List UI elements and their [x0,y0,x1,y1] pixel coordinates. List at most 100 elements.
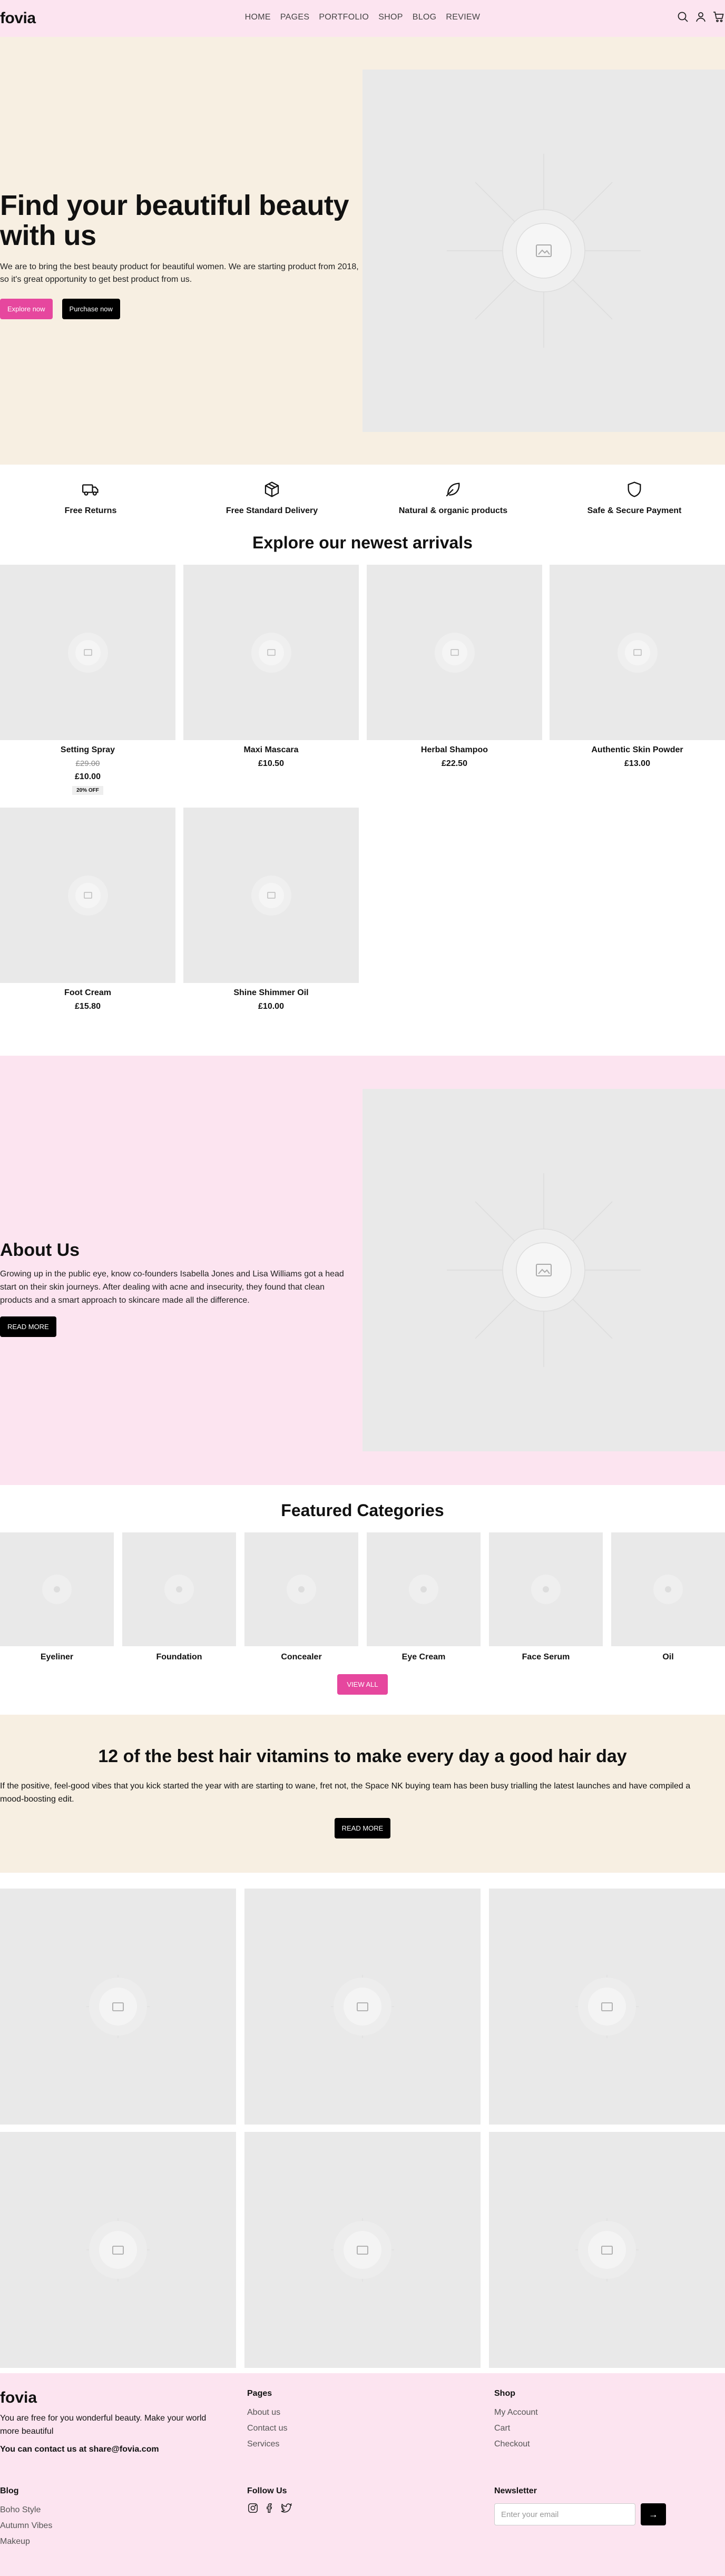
category-image[interactable] [122,1532,236,1646]
category-label[interactable]: Eyeliner [0,1653,114,1662]
newsletter-submit-button[interactable]: → [641,2503,666,2525]
product-image[interactable] [550,565,725,740]
feature-item: Free Returns [0,480,181,516]
product-name[interactable]: Foot Cream [0,988,175,998]
purchase-now-button[interactable]: Purchase now [62,299,120,320]
search-icon[interactable] [677,11,689,23]
vitamins-banner: 12 of the best hair vitamins to make eve… [0,1715,725,1873]
footer-link-contact[interactable]: Contact us [247,2424,468,2433]
product-name[interactable]: Maxi Mascara [183,745,359,755]
product-image[interactable] [183,808,359,983]
twitter-icon[interactable] [281,2502,292,2514]
gallery-image[interactable] [0,1889,236,2125]
feature-item: Free Standard Delivery [181,480,362,516]
footer-link-checkout[interactable]: Checkout [494,2440,716,2449]
about-read-more-button[interactable]: READ MORE [0,1316,56,1338]
category-label[interactable]: Eye Cream [367,1653,481,1662]
footer-heading: Pages [247,2389,272,2398]
nav-home[interactable]: HOME [245,13,271,22]
product-card[interactable]: Herbal Shampoo £22.50 [367,565,542,769]
feature-item: Natural & organic products [362,480,544,516]
product-price: £10.50 [258,759,284,768]
shield-icon [628,481,641,497]
about-title: About Us [0,1240,80,1260]
about-content: About Us Growing up in the public eye, k… [0,1240,358,1338]
category-label[interactable]: Foundation [122,1653,236,1662]
hero-content: Find your beautiful beauty with us We ar… [0,191,364,320]
product-card[interactable]: Maxi Mascara £10.50 [183,565,359,769]
image-placeholder-icon [164,1575,194,1604]
product-image[interactable] [0,565,175,740]
footer-heading: Newsletter [494,2486,537,2495]
image-placeholder-icon [86,1975,150,2038]
category-image[interactable] [367,1532,481,1646]
nav-blog[interactable]: BLOG [413,13,437,22]
user-icon[interactable] [694,11,707,23]
product-name[interactable]: Herbal Shampoo [367,745,542,755]
product-card[interactable]: Shine Shimmer Oil £10.00 [183,808,359,1011]
gallery-image[interactable] [244,1889,481,2125]
category-card[interactable]: Foundation [122,1532,236,1662]
product-card[interactable]: Authentic Skin Powder £13.00 [550,565,725,769]
feature-label: Natural & organic products [398,506,508,515]
product-name[interactable]: Shine Shimmer Oil [183,988,359,998]
footer-link-makeup[interactable]: Makeup [0,2537,221,2546]
category-image[interactable] [611,1532,725,1646]
footer-tagline: You are free for you wonderful beauty. M… [0,2414,207,2436]
category-image[interactable] [244,1532,358,1646]
newsletter-email-input[interactable]: Enter your email [494,2503,635,2525]
product-image[interactable] [367,565,542,740]
product-price: £10.00 [75,772,101,781]
hero-description: We are to bring the best beauty product … [0,262,359,284]
product-image[interactable] [0,808,175,983]
category-image[interactable] [489,1532,603,1646]
image-placeholder-icon [617,632,658,673]
category-card[interactable]: Oil [611,1532,725,1662]
footer-link-cart[interactable]: Cart [494,2424,716,2433]
product-card[interactable]: Foot Cream £15.80 [0,808,175,1011]
category-image[interactable] [0,1532,114,1646]
banner-read-more-button[interactable]: READ MORE [334,1818,391,1838]
category-card[interactable]: Eyeliner [0,1532,114,1662]
footer-link-account[interactable]: My Account [494,2408,716,2417]
facebook-icon[interactable] [264,2502,276,2514]
explore-now-button[interactable]: Explore now [0,299,53,320]
image-placeholder-icon [67,632,108,673]
image-placeholder-icon [434,632,475,673]
footer-brand: fovia You are free for you wonderful bea… [0,2389,221,2454]
category-card[interactable]: Eye Cream [367,1532,481,1662]
nav-pages[interactable]: PAGES [280,13,309,22]
truck-icon [82,484,99,496]
gallery-image[interactable] [489,1889,725,2125]
discount-badge: 20% OFF [72,786,103,795]
nav-portfolio[interactable]: PORTFOLIO [319,13,369,22]
category-label[interactable]: Face Serum [489,1653,603,1662]
cart-icon[interactable] [712,11,725,23]
product-price: £13.00 [624,759,650,768]
view-all-button[interactable]: VIEW ALL [337,1674,388,1695]
section-title: Explore our newest arrivals [252,533,473,552]
category-label[interactable]: Concealer [244,1653,358,1662]
nav-shop[interactable]: SHOP [378,13,403,22]
gallery-image[interactable] [489,2132,725,2368]
banner-description: If the positive, feel-good vibes that yo… [0,1782,691,1804]
gallery-image[interactable] [244,2132,481,2368]
image-gallery [0,1873,725,2373]
product-name[interactable]: Authentic Skin Powder [550,745,725,755]
footer-link-boho[interactable]: Boho Style [0,2505,221,2515]
category-card[interactable]: Face Serum [489,1532,603,1662]
product-card[interactable]: Setting Spray £29.00 £10.00 20% OFF [0,565,175,795]
footer-link-about[interactable]: About us [247,2408,468,2417]
footer-link-services[interactable]: Services [247,2440,468,2449]
nav-review[interactable]: REVIEW [446,13,480,22]
gallery-image[interactable] [0,2132,236,2368]
category-card[interactable]: Concealer [244,1532,358,1662]
product-price: £10.00 [258,1002,284,1011]
product-name[interactable]: Setting Spray [0,745,175,755]
product-image[interactable] [183,565,359,740]
footer-logo[interactable]: fovia [0,2389,221,2407]
footer-link-autumn[interactable]: Autumn Vibes [0,2521,221,2531]
instagram-icon[interactable] [247,2502,259,2514]
category-label[interactable]: Oil [611,1653,725,1662]
image-placeholder-icon [531,1575,561,1604]
